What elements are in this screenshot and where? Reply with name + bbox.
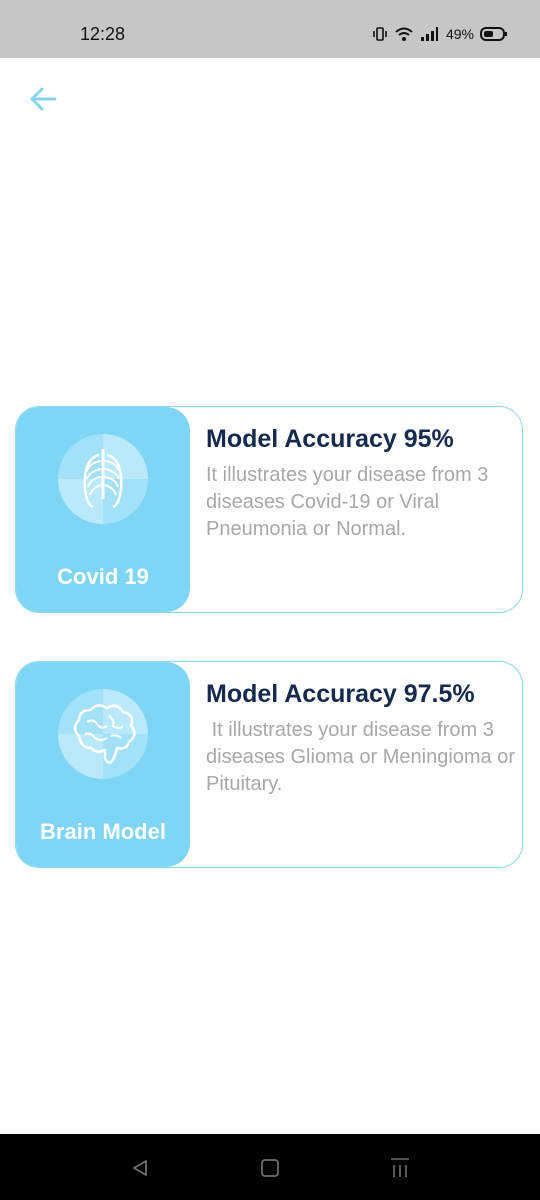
system-nav-bar: [0, 1134, 540, 1200]
card-title: Model Accuracy 97.5%: [206, 680, 475, 708]
card-title: Model Accuracy 95%: [206, 425, 454, 453]
status-icons: 49%: [372, 22, 508, 46]
recents-lines-icon: [391, 1158, 409, 1177]
card-label: Covid 19: [57, 564, 149, 589]
back-triangle-icon: [133, 1160, 147, 1176]
card-description: It illustrates your disease from 3 disea…: [206, 464, 494, 540]
status-time: 12:28: [80, 24, 126, 44]
card-accent-panel: Brain Model: [16, 662, 190, 867]
nav-recents-button[interactable]: [388, 1156, 412, 1180]
model-card-brain[interactable]: Brain Model Model Accuracy 97.5% It illu…: [15, 661, 523, 868]
nav-home-button[interactable]: [258, 1156, 282, 1180]
battery-icon: [480, 26, 508, 42]
back-button[interactable]: [26, 84, 60, 114]
wifi-icon: [394, 26, 414, 42]
brain-icon: [57, 688, 149, 780]
status-bar: 12:28 49%: [0, 0, 540, 58]
card-accent-panel: Covid 19: [16, 407, 190, 612]
vibrate-icon: [372, 26, 388, 42]
lungs-icon: [57, 433, 149, 525]
model-card-covid[interactable]: Covid 19 Model Accuracy 95% It illustrat…: [15, 406, 523, 613]
card-description: It illustrates your disease from 3 disea…: [206, 719, 521, 795]
nav-back-button[interactable]: [128, 1156, 152, 1180]
arrow-left-icon: [30, 87, 57, 111]
signal-icon: [420, 26, 440, 42]
battery-percent: 49%: [445, 26, 474, 42]
home-square-icon: [261, 1159, 279, 1177]
card-label: Brain Model: [40, 819, 166, 844]
